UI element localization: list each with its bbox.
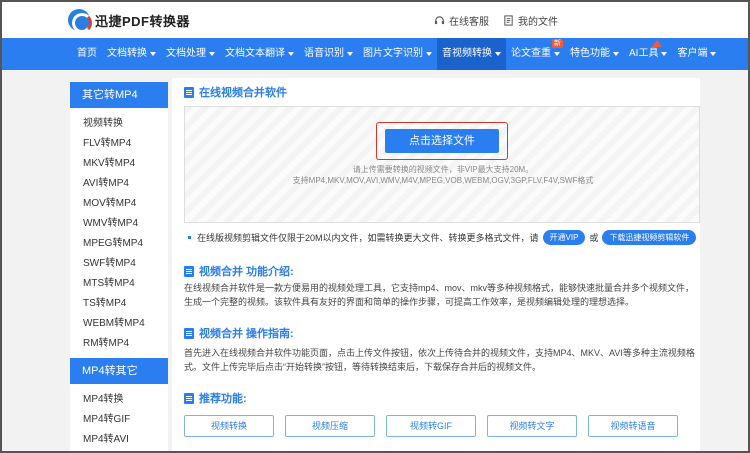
- recommend-list: 视频转换 视频压缩 视频转GIF 视频转文字 视频转语音: [184, 415, 678, 437]
- download-software-button[interactable]: 下载迅捷视频剪辑软件: [602, 229, 697, 245]
- chevron-down-icon: [347, 52, 353, 56]
- app-frame: 迅捷PDF转换器 在线客服 我的文件 首页 文档转换 文档处理 文档文本翻译 语音识别 图…: [0, 0, 750, 453]
- chevron-down-icon: [426, 52, 432, 56]
- chevron-down-icon: [150, 52, 156, 56]
- sidebar-item[interactable]: SWF转MP4: [70, 254, 168, 274]
- upload-tip-line1: 请上传需要转换的视频文件，非VIP最大支持20M。: [352, 165, 534, 174]
- notice-text: 在线版视频剪辑文件仅限于20M以内文件，如需转换更大文件、转换更多格式文件，请: [197, 232, 539, 243]
- nav-item-label: 文档文本翻译: [225, 48, 285, 59]
- sidebar-item[interactable]: MKV转MP4: [70, 154, 168, 174]
- customer-service-link[interactable]: 在线客服: [434, 13, 489, 28]
- document-icon: [504, 15, 513, 26]
- recommend-button[interactable]: 视频转换: [184, 415, 274, 437]
- recommend-button[interactable]: 视频压缩: [285, 415, 375, 437]
- document-icon: [184, 86, 194, 98]
- upload-button-highlight: 点击选择文件: [376, 122, 508, 160]
- nav-item[interactable]: 文档文本翻译: [220, 38, 299, 70]
- new-badge: 新: [552, 39, 563, 48]
- recommend-button[interactable]: 视频转文字: [487, 415, 577, 437]
- chevron-down-icon: [661, 52, 668, 56]
- sidebar-item[interactable]: RM转MP4: [70, 334, 168, 354]
- sidebar-item[interactable]: WMV转MP4: [70, 214, 168, 234]
- guide-text: 首先进入在线视频合并软件功能页面，点击上传文件按钮，依次上传待合并的视频文件，支…: [184, 348, 695, 372]
- notice-bar: 在线版视频剪辑文件仅限于20M以内文件，如需转换更大文件、转换更多格式文件，请 …: [184, 226, 700, 248]
- logo-text: 迅捷PDF转换器: [95, 13, 191, 29]
- nav-item[interactable]: 文档转换: [102, 38, 161, 70]
- top-links: 在线客服 我的文件: [434, 13, 558, 28]
- page-title: 在线视频合并软件: [184, 84, 287, 100]
- chevron-down-icon: [209, 52, 215, 56]
- top-bar: 迅捷PDF转换器 在线客服 我的文件: [2, 2, 748, 38]
- guide-icon: [184, 327, 194, 339]
- intro-title-text: 视频合并 功能介绍:: [199, 266, 294, 278]
- sidebar-item[interactable]: MP4转AVI: [70, 430, 168, 450]
- intro-title: 视频合并 功能介绍:: [184, 263, 294, 279]
- logo[interactable]: 迅捷PDF转换器: [68, 9, 191, 33]
- recommend-button[interactable]: 视频转语音: [588, 415, 678, 437]
- sidebar-group-title-from-mp4: MP4转其它: [70, 358, 168, 384]
- nav-item[interactable]: 首页: [72, 38, 102, 70]
- guide-title: 视频合并 操作指南:: [184, 325, 294, 341]
- hot-triangle-icon: [652, 40, 663, 47]
- intro-text: 在线视频合并软件是一款方便易用的视频处理工具，它支持mp4、mov、mkv等多种…: [184, 283, 695, 307]
- chevron-down-icon: [613, 52, 619, 56]
- sidebar-list-from-mp4: MP4转换 MP4转GIF MP4转AVI: [70, 384, 168, 451]
- nav-item-label: 特色功能: [570, 48, 610, 59]
- nav-item-label: 首页: [77, 48, 97, 59]
- nav-item-label: 音视频转换: [442, 48, 492, 59]
- select-file-button[interactable]: 点击选择文件: [385, 129, 499, 153]
- sidebar-item[interactable]: FLV转MP4: [70, 134, 168, 154]
- my-files-link[interactable]: 我的文件: [503, 13, 558, 28]
- recommend-title: 推荐功能:: [184, 390, 247, 406]
- sidebar-group-title-to-mp4: 其它转MP4: [70, 82, 168, 108]
- sidebar-item[interactable]: MTS转MP4: [70, 274, 168, 294]
- nav-item[interactable]: 客户端: [672, 38, 721, 70]
- nav-item-label: 文档转换: [107, 48, 147, 59]
- nav-item[interactable]: AI工具: [624, 38, 672, 70]
- bullet-dot: [188, 235, 191, 239]
- sidebar-item[interactable]: MP4转换: [70, 390, 168, 410]
- sidebar-item[interactable]: MOV转MP4: [70, 194, 168, 214]
- recommend-button[interactable]: 视频转GIF: [386, 415, 476, 437]
- nav-item[interactable]: 图片文字识别: [358, 38, 437, 70]
- sidebar-item[interactable]: 视频转换: [70, 114, 168, 134]
- chevron-down-icon: [288, 52, 294, 56]
- nav-item-label: 论文查重: [511, 48, 551, 59]
- headset-icon: [434, 16, 445, 25]
- nav-item[interactable]: 语音识别: [299, 38, 358, 70]
- nav-item-label: 客户端: [677, 48, 708, 59]
- info-icon: [184, 265, 194, 277]
- star-icon: [184, 392, 194, 404]
- nav-item[interactable]: 音视频转换: [437, 38, 506, 70]
- nav-item[interactable]: 论文查重新: [506, 38, 565, 70]
- guide-title-text: 视频合并 操作指南:: [199, 328, 294, 340]
- main-nav: 首页 文档转换 文档处理 文档文本翻译 语音识别 图片文字识别 音视频转换 论文查重新特色功能…: [2, 38, 748, 70]
- chevron-down-icon: [495, 52, 501, 56]
- nav-item[interactable]: 特色功能: [565, 38, 624, 70]
- nav-item-label: 语音识别: [304, 48, 344, 59]
- nav-item[interactable]: 文档处理: [161, 38, 220, 70]
- sidebar-item[interactable]: AVI转MP4: [70, 174, 168, 194]
- sidebar-item[interactable]: MPEG转MP4: [70, 234, 168, 254]
- my-files-label: 我的文件: [518, 17, 558, 28]
- upload-dropzone[interactable]: 点击选择文件 请上传需要转换的视频文件，非VIP最大支持20M。 支持MP4,M…: [184, 106, 700, 223]
- open-vip-button[interactable]: 开通VIP: [542, 229, 586, 245]
- main-panel: 在线视频合并软件 点击选择文件 请上传需要转换的视频文件，非VIP最大支持20M…: [172, 78, 700, 451]
- logo-icon: [68, 9, 92, 33]
- upload-tip-line2: 支持MP4,MKV,MOV,AVI,WMV,M4V,MPEG,VOB,WEBM,…: [292, 176, 594, 185]
- page-title-text: 在线视频合并软件: [199, 87, 287, 99]
- recommend-title-text: 推荐功能:: [199, 393, 247, 405]
- sidebar-list-to-mp4: 视频转换 FLV转MP4 MKV转MP4 AVI转MP4 MOV转MP4 WMV转MP4 M…: [70, 108, 168, 358]
- customer-service-label: 在线客服: [449, 17, 489, 28]
- chevron-down-icon: [710, 52, 717, 56]
- sidebar-item[interactable]: WEBM转MP4: [70, 314, 168, 334]
- nav-item-label: 文档处理: [166, 48, 206, 59]
- sidebar: 其它转MP4 视频转换 FLV转MP4 MKV转MP4 AVI转MP4 MOV转MP4 W…: [70, 82, 168, 451]
- sidebar-item[interactable]: TS转MP4: [70, 294, 168, 314]
- notice-or: 或: [589, 232, 599, 243]
- chevron-down-icon: [554, 52, 560, 56]
- nav-item-label: 图片文字识别: [363, 48, 423, 59]
- sidebar-item[interactable]: MP4转GIF: [70, 410, 168, 430]
